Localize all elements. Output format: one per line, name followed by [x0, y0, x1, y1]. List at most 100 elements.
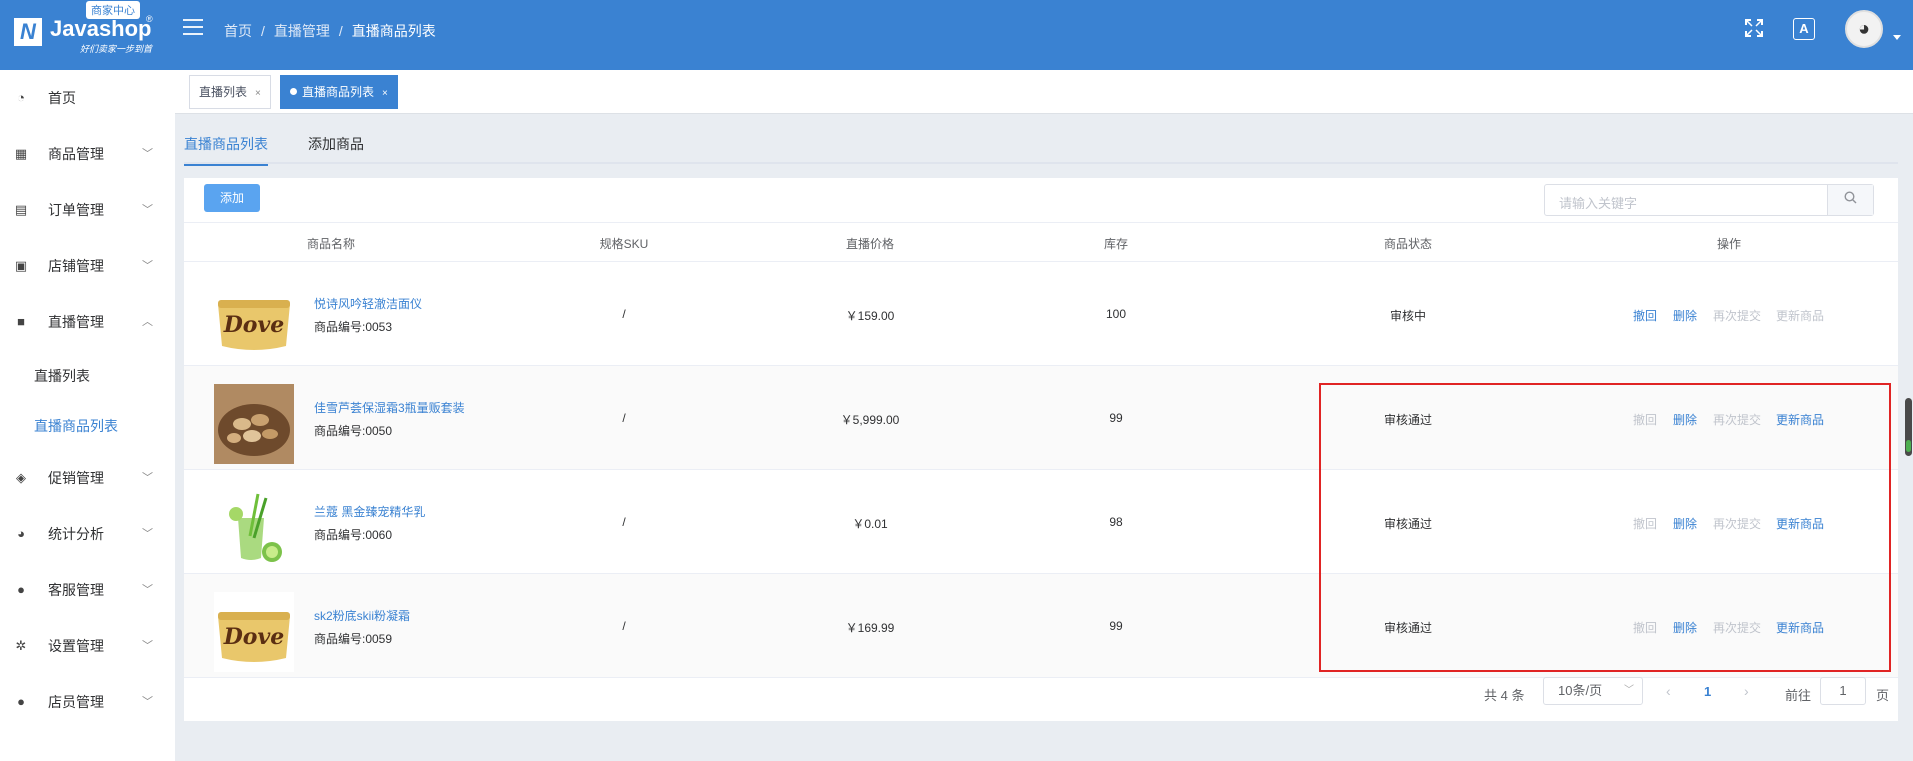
sidebar-item-label: 店铺管理 — [48, 258, 104, 274]
merchant-center-badge: 商家中心 — [86, 1, 140, 19]
sidebar-item-label: 直播管理 — [48, 314, 104, 330]
sidebar-item-home[interactable]: ◔ 首页 — [0, 78, 175, 118]
logo-name: Javashop — [50, 16, 152, 41]
sub-tabs: 直播商品列表 添加商品 — [184, 128, 1898, 166]
avatar[interactable]: ◕ — [1845, 10, 1883, 48]
translate-icon[interactable]: A — [1793, 18, 1815, 40]
chevron-down-icon: ﹀ — [142, 640, 153, 652]
goods-code: 商品编号:0050 — [314, 424, 393, 438]
chevron-down-icon: ﹀ — [142, 472, 153, 484]
sidebar-item-label: 商品管理 — [48, 146, 104, 162]
page-size-select[interactable]: 10条/页 ﹀ — [1543, 677, 1643, 705]
breadcrumb-home[interactable]: 首页 — [224, 23, 252, 39]
sidebar-item-service[interactable]: ● 客服管理 ﹀ — [0, 570, 175, 610]
breadcrumb: 首页 / 直播管理 / 直播商品列表 — [224, 23, 436, 39]
breadcrumb-live[interactable]: 直播管理 — [274, 23, 330, 39]
pagination: 共 4 条 10条/页 ﹀ ‹ 1 › 前往 1 页 — [184, 676, 1898, 708]
sidebar-item-label: 客服管理 — [48, 582, 104, 598]
resubmit-button[interactable]: 再次提交 — [1713, 307, 1761, 324]
goods-code: 商品编号:0053 — [314, 320, 393, 334]
sidebar-sub-label: 直播商品列表 — [34, 418, 118, 434]
sidebar-item-promotion[interactable]: ◈ 促销管理 ﹀ — [0, 458, 175, 498]
scrollbar[interactable] — [1905, 398, 1912, 456]
sidebar-sub-label: 直播列表 — [34, 368, 90, 384]
svg-text:Dove: Dove — [223, 624, 285, 650]
goods-code: 商品编号:0059 — [314, 632, 393, 646]
goods-thumbnail — [214, 488, 294, 568]
sidebar-item-label: 设置管理 — [48, 638, 104, 654]
add-button[interactable]: 添加 — [204, 184, 260, 212]
sidebar-item-label: 促销管理 — [48, 470, 104, 486]
sidebar-item-label: 订单管理 — [48, 202, 104, 218]
goto-label: 前往 — [1785, 688, 1812, 703]
price-cell: ￥5,999.00 — [840, 413, 900, 427]
total-count: 共 4 条 — [1484, 688, 1525, 703]
chevron-up-icon: ︿ — [142, 316, 153, 328]
fullscreen-icon[interactable] — [1743, 18, 1765, 40]
sidebar-item-live[interactable]: ■ 直播管理 ︿ — [0, 302, 175, 342]
tag-live-goods[interactable]: 直播商品列表 × — [280, 75, 398, 109]
search-input[interactable]: 请输入关键字 — [1559, 193, 1637, 212]
top-bar: N Javashop 商家中心 ® 好们卖家一步到首 首页 / 直播管理 / 直播商品列… — [0, 0, 1913, 70]
sidebar-item-orders[interactable]: ▤ 订单管理 ﹀ — [0, 190, 175, 230]
search-icon[interactable] — [1827, 185, 1873, 215]
sidebar-item-store[interactable]: ▣ 店铺管理 ﹀ — [0, 246, 175, 286]
withdraw-button[interactable]: 撤回 — [1633, 307, 1657, 324]
tab-add-goods[interactable]: 添加商品 — [308, 134, 364, 164]
tab-live-goods-list[interactable]: 直播商品列表 — [184, 134, 268, 166]
page-number-current[interactable]: 1 — [1704, 684, 1711, 699]
chevron-down-icon[interactable] — [1893, 35, 1901, 40]
goods-name-link[interactable]: 兰蔻 黑金臻宠精华乳 — [314, 503, 425, 520]
highlight-box — [1319, 383, 1891, 672]
logo-slogan: 好们卖家一步到首 — [80, 44, 153, 54]
col-actions: 操作 — [1716, 237, 1742, 251]
sku-cell: / — [622, 411, 626, 425]
video-icon: ■ — [17, 314, 25, 329]
close-icon[interactable]: × — [382, 88, 388, 99]
chevron-down-icon: ﹀ — [142, 696, 153, 708]
goods-thumbnail: Dove — [214, 592, 294, 672]
sidebar-item-statistics[interactable]: ◕ 统计分析 ﹀ — [0, 514, 175, 554]
col-price: 直播价格 — [845, 237, 895, 251]
chevron-down-icon: ﹀ — [142, 528, 153, 540]
close-icon[interactable]: × — [255, 88, 261, 99]
tag-label: 直播列表 — [199, 85, 248, 99]
sidebar-item-label: 店员管理 — [48, 694, 104, 710]
user-icon: ● — [17, 582, 25, 597]
delete-button[interactable]: 删除 — [1673, 307, 1697, 324]
sku-cell: / — [622, 619, 626, 633]
update-goods-button[interactable]: 更新商品 — [1776, 307, 1824, 324]
goto-page-input[interactable]: 1 — [1820, 677, 1866, 705]
sidebar-item-staff[interactable]: ● 店员管理 ﹀ — [0, 682, 175, 722]
logo[interactable]: N Javashop 商家中心 ® 好们卖家一步到首 — [12, 1, 162, 60]
stock-cell: 98 — [1109, 515, 1123, 529]
sidebar-sub-live-list[interactable]: 直播列表 — [0, 356, 175, 396]
store-icon: ▣ — [14, 258, 28, 273]
goods-name-link[interactable]: sk2粉底skii粉凝霜 — [314, 607, 410, 624]
tag-label: 直播商品列表 — [302, 85, 375, 99]
users-icon: ● — [17, 694, 25, 709]
registered-mark: ® — [146, 14, 153, 24]
dashboard-icon: ◔ — [17, 90, 25, 105]
sidebar-item-goods[interactable]: ▦ 商品管理 ﹀ — [0, 134, 175, 174]
stock-cell: 100 — [1105, 307, 1127, 321]
sidebar-sub-live-goods[interactable]: 直播商品列表 — [0, 406, 175, 446]
grid-icon: ▦ — [14, 146, 28, 161]
chevron-down-icon: ﹀ — [1624, 685, 1634, 696]
col-goods-name: 商品名称 — [306, 237, 356, 251]
prev-page-icon[interactable]: ‹ — [1666, 683, 1671, 699]
tag-live-list[interactable]: 直播列表 × — [189, 75, 271, 109]
stock-cell: 99 — [1109, 411, 1123, 425]
chevron-down-icon: ﹀ — [142, 584, 153, 596]
goods-code: 商品编号:0060 — [314, 528, 393, 542]
sidebar-item-settings[interactable]: ✲ 设置管理 ﹀ — [0, 626, 175, 666]
gear-icon: ✲ — [15, 638, 27, 653]
goods-name-link[interactable]: 悦诗风吟轻澈洁面仪 — [314, 295, 422, 312]
next-page-icon[interactable]: › — [1744, 683, 1749, 699]
clipboard-icon: ▤ — [14, 202, 28, 217]
tags-bar: 直播列表 × 直播商品列表 × — [175, 70, 1913, 114]
hamburger-menu-icon[interactable] — [183, 19, 203, 37]
col-status: 商品状态 — [1383, 237, 1433, 251]
pie-chart-icon: ◕ — [17, 526, 25, 541]
goods-name-link[interactable]: 佳雪芦荟保湿霜3瓶量贩套装 — [314, 399, 465, 416]
